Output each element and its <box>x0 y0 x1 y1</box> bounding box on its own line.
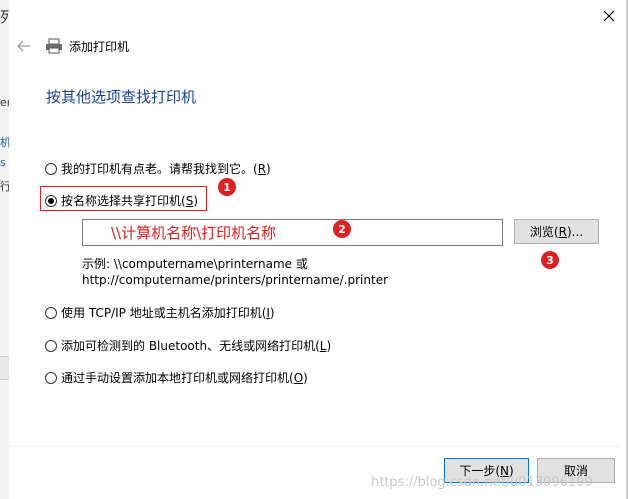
example-line-2: http://computername/printers/printername… <box>82 273 389 287</box>
option-label: 使用 TCP/IP 地址或主机名添加打印机(I) <box>61 306 275 320</box>
close-button[interactable] <box>598 6 620 26</box>
footer-divider <box>9 446 620 447</box>
back-button[interactable] <box>13 35 35 57</box>
option-label: 通过手动设置添加本地打印机或网络打印机(O) <box>61 371 308 385</box>
radio-button[interactable] <box>45 306 57 319</box>
option-local-manual[interactable]: 通过手动设置添加本地打印机或网络打印机(O) <box>45 369 308 386</box>
close-icon <box>603 10 615 22</box>
sliver-text: s <box>0 156 6 169</box>
option-label: 添加可检测到的 Bluetooth、无线或网络打印机(L) <box>61 339 332 353</box>
printer-icon <box>45 38 63 54</box>
option-label: 按名称选择共享打印机(S) <box>61 194 198 208</box>
radio-button-selected[interactable] <box>45 194 57 207</box>
sliver-selection <box>0 356 9 380</box>
add-printer-dialog: 添加打印机 按其他选项查找打印机 我的打印机有点老。请帮我找到它。(R) 按名称… <box>9 0 628 499</box>
option-bluetooth-wireless[interactable]: 添加可检测到的 Bluetooth、无线或网络打印机(L) <box>45 337 331 354</box>
option-tcpip[interactable]: 使用 TCP/IP 地址或主机名添加打印机(I) <box>45 304 275 321</box>
example-text: 示例: \\computername\printername 或 http://… <box>82 256 388 288</box>
printer-name-value: \\计算机名称\打印机名称 <box>111 224 277 242</box>
radio-button[interactable] <box>45 162 57 175</box>
wizard-header: 添加打印机 <box>13 34 129 58</box>
radio-button[interactable] <box>45 339 57 352</box>
back-arrow-icon <box>17 40 30 52</box>
annotation-badge-2: 2 <box>333 220 351 238</box>
option-label: 我的打印机有点老。请帮我找到它。(R) <box>61 162 271 176</box>
browse-button[interactable]: 浏览(R)... <box>514 219 599 244</box>
option-shared-printer-by-name[interactable]: 按名称选择共享打印机(S) <box>45 192 198 209</box>
next-button[interactable]: 下一步(N) <box>444 458 529 483</box>
wizard-title: 添加打印机 <box>69 39 130 54</box>
option-old-printer[interactable]: 我的打印机有点老。请帮我找到它。(R) <box>45 160 271 177</box>
example-line-1: 示例: \\computername\printername 或 <box>82 257 308 271</box>
page-heading: 按其他选项查找打印机 <box>46 88 197 106</box>
annotation-badge-1: 1 <box>218 178 236 196</box>
printer-name-input[interactable]: \\计算机名称\打印机名称 <box>82 219 503 246</box>
radio-button[interactable] <box>45 371 57 384</box>
cancel-button[interactable]: 取消 <box>537 458 615 483</box>
annotation-badge-3: 3 <box>541 251 559 269</box>
